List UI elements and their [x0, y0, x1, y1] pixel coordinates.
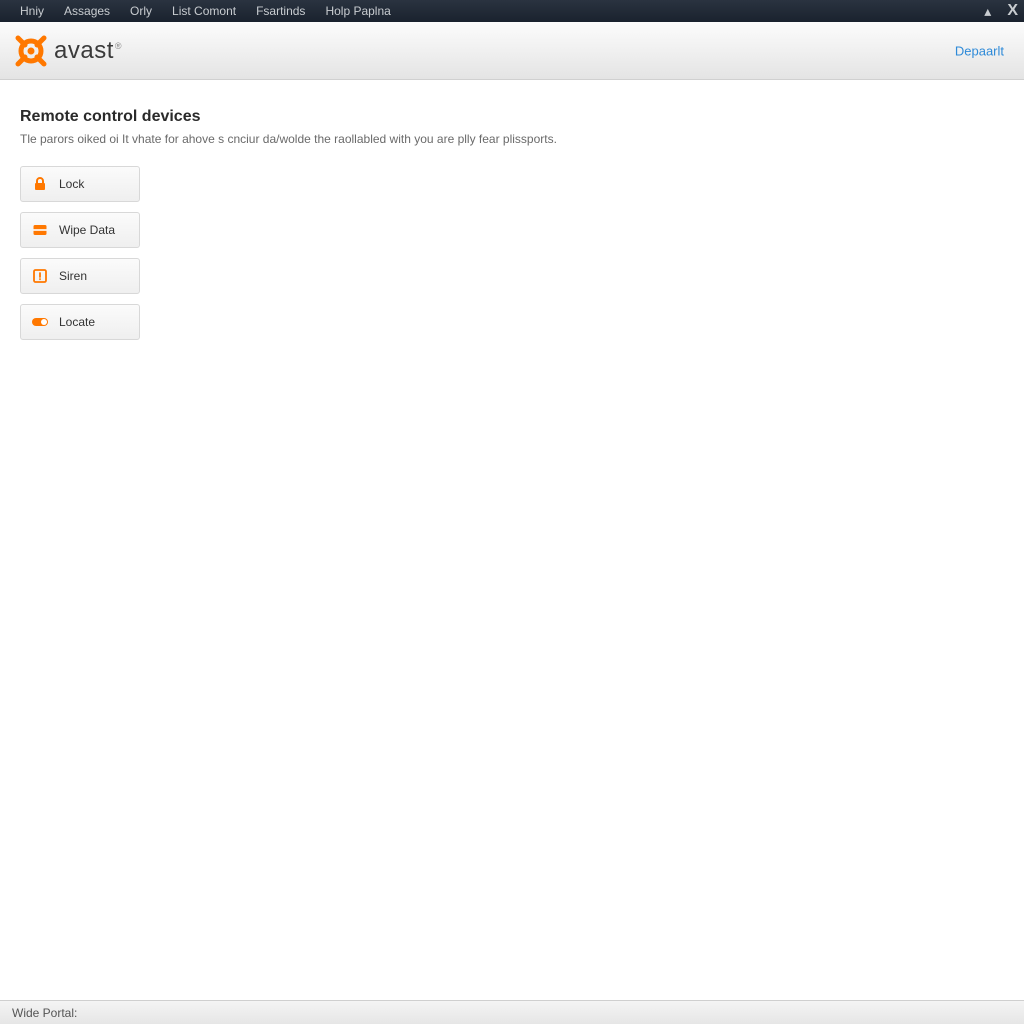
brand-name: avast® — [54, 37, 122, 65]
action-label: Locate — [59, 315, 95, 329]
menu-item-orly[interactable]: Orly — [120, 4, 162, 18]
lock-icon — [31, 175, 49, 193]
locate-button[interactable]: Locate — [20, 304, 140, 340]
menu-item-hniy[interactable]: Hniy — [10, 4, 54, 18]
lock-button[interactable]: Lock — [20, 166, 140, 202]
statusbar: Wide Portal: — [0, 1000, 1024, 1024]
main-content: Remote control devices Tle parors oiked … — [0, 80, 1024, 1000]
window-controls: ▴ X — [984, 0, 1018, 22]
action-label: Siren — [59, 269, 87, 283]
action-label: Wipe Data — [59, 223, 115, 237]
wipe-data-button[interactable]: Wipe Data — [20, 212, 140, 248]
minimize-icon[interactable]: ▴ — [984, 3, 991, 20]
action-label: Lock — [59, 177, 84, 191]
siren-button[interactable]: Siren — [20, 258, 140, 294]
app-header: avast® Depaarlt — [0, 22, 1024, 80]
brand-logo: avast® — [14, 34, 122, 68]
header-link-depaarlt[interactable]: Depaarlt — [955, 43, 1004, 58]
page-title: Remote control devices — [20, 108, 1004, 126]
menu-item-assages[interactable]: Assages — [54, 4, 120, 18]
statusbar-text: Wide Portal: — [12, 1006, 77, 1020]
page-description: Tle parors oiked oi It vhate for ahove s… — [20, 132, 1004, 146]
menu-item-holp-paplna[interactable]: Holp Paplna — [315, 4, 400, 18]
avast-logo-icon — [14, 34, 48, 68]
menubar: Hniy Assages Orly List Comont Fsartinds … — [0, 0, 1024, 22]
menu-item-list-comont[interactable]: List Comont — [162, 4, 246, 18]
siren-icon — [31, 267, 49, 285]
menu-item-fsartinds[interactable]: Fsartinds — [246, 4, 315, 18]
locate-icon — [31, 313, 49, 331]
wipe-icon — [31, 221, 49, 239]
action-list: Lock Wipe Data Siren — [20, 166, 1004, 340]
close-icon[interactable]: X — [1007, 2, 1018, 20]
